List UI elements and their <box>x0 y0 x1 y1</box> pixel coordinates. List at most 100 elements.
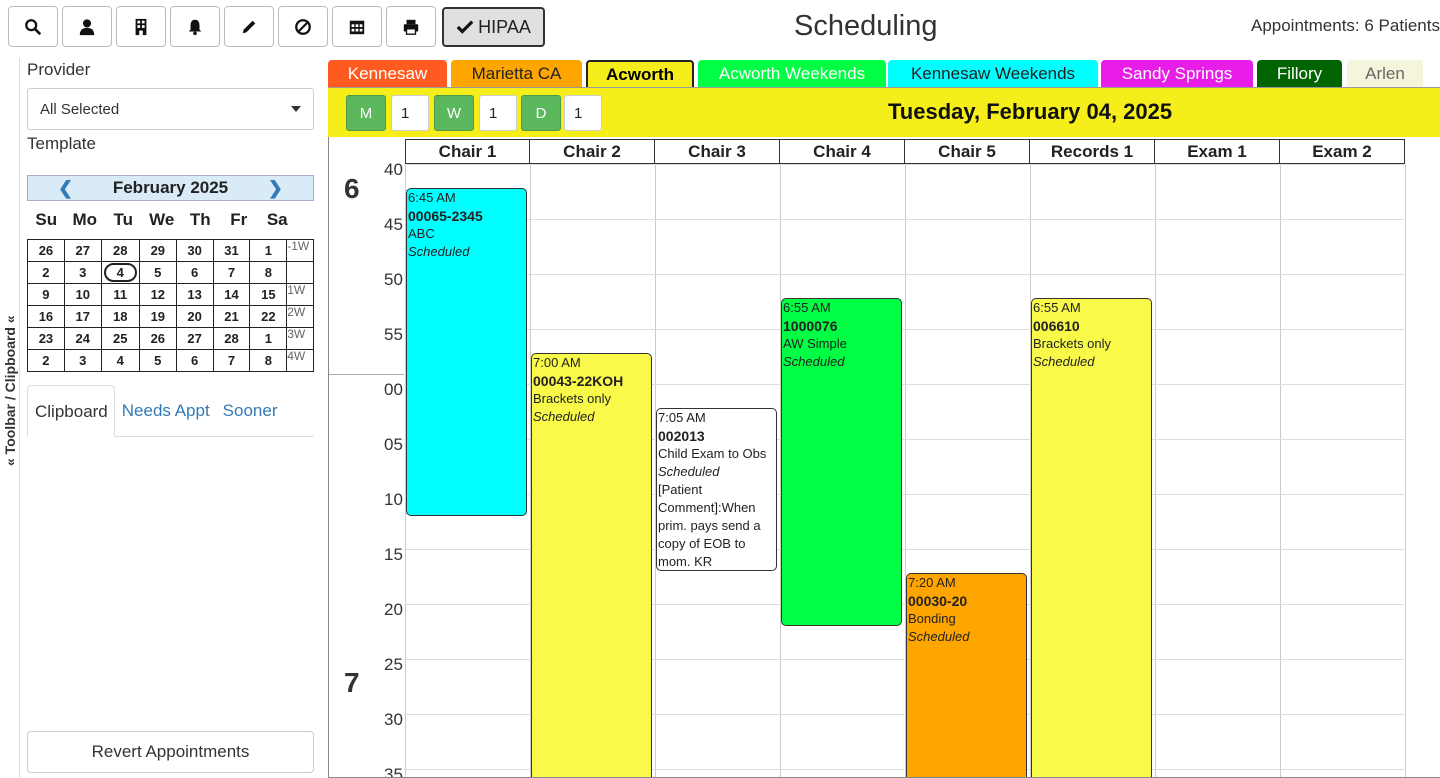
chevron-right-icon[interactable]: ❯ <box>268 178 283 199</box>
appointment-card[interactable]: 6:45 AM 00065-2345 ABC Scheduled <box>406 188 527 516</box>
day-step-button[interactable]: D <box>521 95 561 131</box>
calendar-day[interactable]: 15 <box>249 283 288 306</box>
week-offset-label[interactable] <box>286 261 314 284</box>
week-offset-label[interactable]: 2W <box>286 305 314 328</box>
calendar-day[interactable]: 17 <box>63 305 102 328</box>
hipaa-toggle[interactable]: HIPAA <box>442 7 545 47</box>
mini-calendar: ❮ February 2025 ❯ Su Mo Tu We Th Fr Sa 26 27 28 2… <box>27 175 314 372</box>
tab-clipboard[interactable]: Clipboard <box>27 385 115 437</box>
clipboard-tabs: Clipboard Needs Appt Sooner <box>27 385 314 437</box>
location-tab-marietta-ca[interactable]: Marietta CA <box>451 60 582 87</box>
calendar-day[interactable]: 4 <box>100 261 140 284</box>
calendar-day[interactable]: 23 <box>27 327 65 350</box>
location-tab-kennesaw[interactable]: Kennesaw <box>328 60 447 87</box>
calendar-day[interactable]: 20 <box>175 305 214 328</box>
calendar-day[interactable]: 28 <box>212 327 251 350</box>
appointment-card[interactable]: 7:05 AM 002013 Child Exam to Obs Scheduled [… <box>656 408 777 571</box>
chevron-left-icon[interactable]: ❮ <box>58 178 73 199</box>
calendar-day[interactable]: 4 <box>100 349 140 372</box>
calendar-day[interactable]: 21 <box>212 305 251 328</box>
top-toolbar: HIPAA Scheduling Appointments: 6 Patient… <box>0 0 1440 56</box>
toolbar-clipboard-rail[interactable]: « Toolbar / Clipboard « <box>0 58 20 778</box>
calendar-day[interactable]: 1 <box>249 239 288 262</box>
location-tab-sandy-springs[interactable]: Sandy Springs <box>1101 60 1253 87</box>
calendar-day[interactable]: 18 <box>100 305 140 328</box>
calendar-day[interactable]: 3 <box>63 349 102 372</box>
calendar-day[interactable]: 10 <box>63 283 102 306</box>
calendar-day[interactable]: 2 <box>27 349 65 372</box>
calendar-day[interactable]: 22 <box>249 305 288 328</box>
day-step-input[interactable]: 1 <box>564 95 602 131</box>
calendar-day[interactable]: 5 <box>138 261 177 284</box>
calendar-day[interactable]: 25 <box>100 327 140 350</box>
location-tab-fillory[interactable]: Fillory <box>1257 60 1342 87</box>
week-step-input[interactable]: 1 <box>479 95 517 131</box>
calendar-day[interactable]: 19 <box>138 305 177 328</box>
location-tab-kennesaw-weekends[interactable]: Kennesaw Weekends <box>888 60 1098 87</box>
calendar-day[interactable]: 28 <box>100 239 140 262</box>
calendar-day[interactable]: 24 <box>63 327 102 350</box>
month-step-button[interactable]: M <box>346 95 386 131</box>
calendar-day[interactable]: 1 <box>249 327 288 350</box>
tab-sooner[interactable]: Sooner <box>216 385 284 436</box>
calendar-day[interactable]: 29 <box>138 239 177 262</box>
calendar-day[interactable]: 7 <box>212 261 251 284</box>
date-bar: M 1 W 1 D 1 Tuesday, February 04, 2025 <box>328 87 1440 137</box>
calendar-day[interactable]: 2 <box>27 261 65 284</box>
calendar-day[interactable]: 6 <box>175 261 214 284</box>
calendar-day[interactable]: 31 <box>212 239 251 262</box>
calendar-day[interactable]: 27 <box>175 327 214 350</box>
calendar-day[interactable]: 13 <box>175 283 214 306</box>
week-offset-label[interactable]: 1W <box>286 283 314 306</box>
office-button[interactable] <box>116 6 166 47</box>
calendar-day[interactable]: 5 <box>138 349 177 372</box>
calendar-day[interactable]: 14 <box>212 283 251 306</box>
week-step-button[interactable]: W <box>434 95 474 131</box>
calendar-day[interactable]: 8 <box>249 349 288 372</box>
weekday-label: Sa <box>266 210 288 229</box>
calendar-day[interactable]: 26 <box>138 327 177 350</box>
week-offset-label[interactable]: 3W <box>286 327 314 350</box>
calendar-day[interactable]: 7 <box>212 349 251 372</box>
revert-appointments-button[interactable]: Revert Appointments <box>27 731 314 773</box>
minute-label: 15 <box>384 545 403 564</box>
appointment-card[interactable]: 6:55 AM 006610 Brackets only Scheduled <box>1031 298 1152 777</box>
appointment-card[interactable]: 6:55 AM 1000076 AW Simple Scheduled <box>781 298 902 626</box>
calendar-day[interactable]: 11 <box>100 283 140 306</box>
hour-divider <box>329 374 404 375</box>
calendar-button[interactable] <box>332 6 382 47</box>
weekday-label: Su <box>35 210 58 229</box>
month-step-input[interactable]: 1 <box>391 95 429 131</box>
location-tab-acworth[interactable]: Acworth <box>586 60 694 88</box>
search-button[interactable] <box>8 6 58 47</box>
appointment-card[interactable]: 7:20 AM 00030-20 Bonding Scheduled <box>906 573 1027 777</box>
appointment-patient-id: 1000076 <box>783 318 838 334</box>
appointment-count: Appointments: 6 Patients <box>1250 16 1440 35</box>
notifications-button[interactable] <box>170 6 220 47</box>
calendar-day[interactable]: 27 <box>63 239 102 262</box>
calendar-day[interactable]: 3 <box>63 261 102 284</box>
week-offset-label[interactable]: 4W <box>286 349 314 372</box>
cancel-button[interactable] <box>278 6 328 47</box>
calendar-day[interactable]: 12 <box>138 283 177 306</box>
calendar-day[interactable]: 16 <box>27 305 65 328</box>
calendar-day[interactable]: 9 <box>27 283 65 306</box>
calendar-day[interactable]: 8 <box>249 261 288 284</box>
appointment-status: Scheduled <box>783 354 845 369</box>
patient-button[interactable] <box>62 6 112 47</box>
chevron-down-icon <box>291 106 301 112</box>
edit-button[interactable] <box>224 6 274 47</box>
location-tab-acworth-weekends[interactable]: Acworth Weekends <box>698 60 886 87</box>
column-header: Chair 5 <box>905 139 1030 164</box>
calendar-day[interactable]: 30 <box>175 239 214 262</box>
provider-select[interactable]: All Selected <box>27 88 314 130</box>
print-button[interactable] <box>386 6 436 47</box>
time-row-line <box>404 329 1404 330</box>
calendar-day[interactable]: 26 <box>27 239 65 262</box>
location-tab-arlen[interactable]: Arlen <box>1347 60 1423 87</box>
appointment-card[interactable]: 7:00 AM 00043-22KOH Brackets only Scheduled <box>531 353 652 777</box>
calendar-day[interactable]: 6 <box>175 349 214 372</box>
tab-needs-appt[interactable]: Needs Appt <box>115 385 216 436</box>
week-offset-label[interactable]: -1W <box>286 239 314 262</box>
appointment-status: Scheduled <box>533 409 595 424</box>
